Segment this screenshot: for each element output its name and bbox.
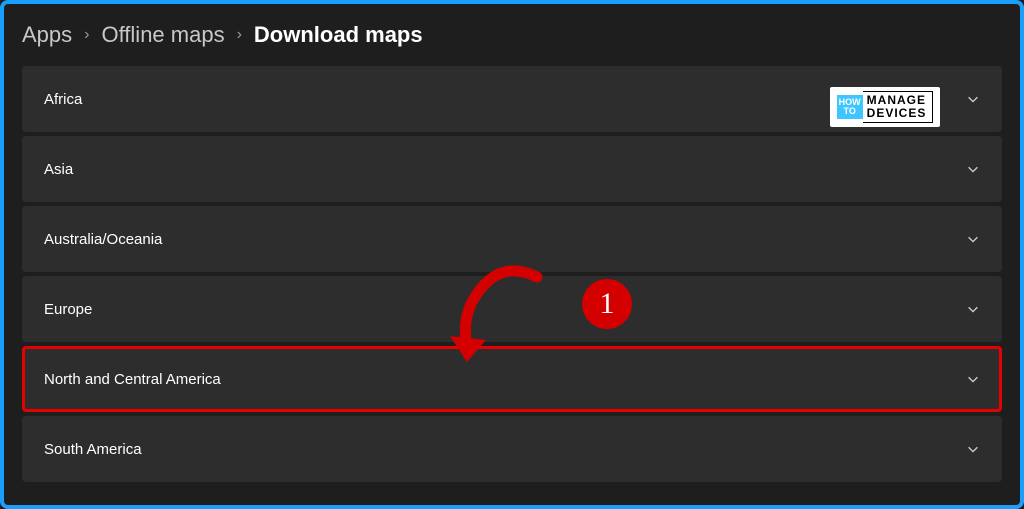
chevron-right-icon: › bbox=[84, 26, 89, 44]
region-item-europe[interactable]: Europe bbox=[22, 276, 1002, 342]
chevron-down-icon bbox=[966, 302, 980, 316]
breadcrumb-download-maps: Download maps bbox=[254, 22, 423, 48]
watermark-text: TO bbox=[839, 107, 861, 116]
chevron-down-icon bbox=[966, 162, 980, 176]
breadcrumb-offline-maps[interactable]: Offline maps bbox=[101, 22, 224, 48]
region-label: Africa bbox=[44, 91, 82, 108]
region-label: South America bbox=[44, 441, 142, 458]
chevron-down-icon bbox=[966, 372, 980, 386]
chevron-down-icon bbox=[966, 92, 980, 106]
chevron-right-icon: › bbox=[237, 26, 242, 44]
region-item-asia[interactable]: Asia bbox=[22, 136, 1002, 202]
region-label: North and Central America bbox=[44, 371, 221, 388]
breadcrumb: Apps › Offline maps › Download maps bbox=[22, 22, 1002, 48]
region-label: Europe bbox=[44, 301, 92, 318]
chevron-down-icon bbox=[966, 232, 980, 246]
breadcrumb-apps[interactable]: Apps bbox=[22, 22, 72, 48]
region-item-south-america[interactable]: South America bbox=[22, 416, 1002, 482]
watermark-logo: HOW TO MANAGE DEVICES bbox=[830, 87, 940, 127]
watermark-text: DEVICES bbox=[867, 107, 927, 120]
chevron-down-icon bbox=[966, 442, 980, 456]
regions-list: Africa Asia Australia/Oceania Europe Nor bbox=[22, 66, 1002, 482]
region-label: Asia bbox=[44, 161, 73, 178]
region-label: Australia/Oceania bbox=[44, 231, 162, 248]
region-item-australia-oceania[interactable]: Australia/Oceania bbox=[22, 206, 1002, 272]
region-item-north-central-america[interactable]: North and Central America bbox=[22, 346, 1002, 412]
